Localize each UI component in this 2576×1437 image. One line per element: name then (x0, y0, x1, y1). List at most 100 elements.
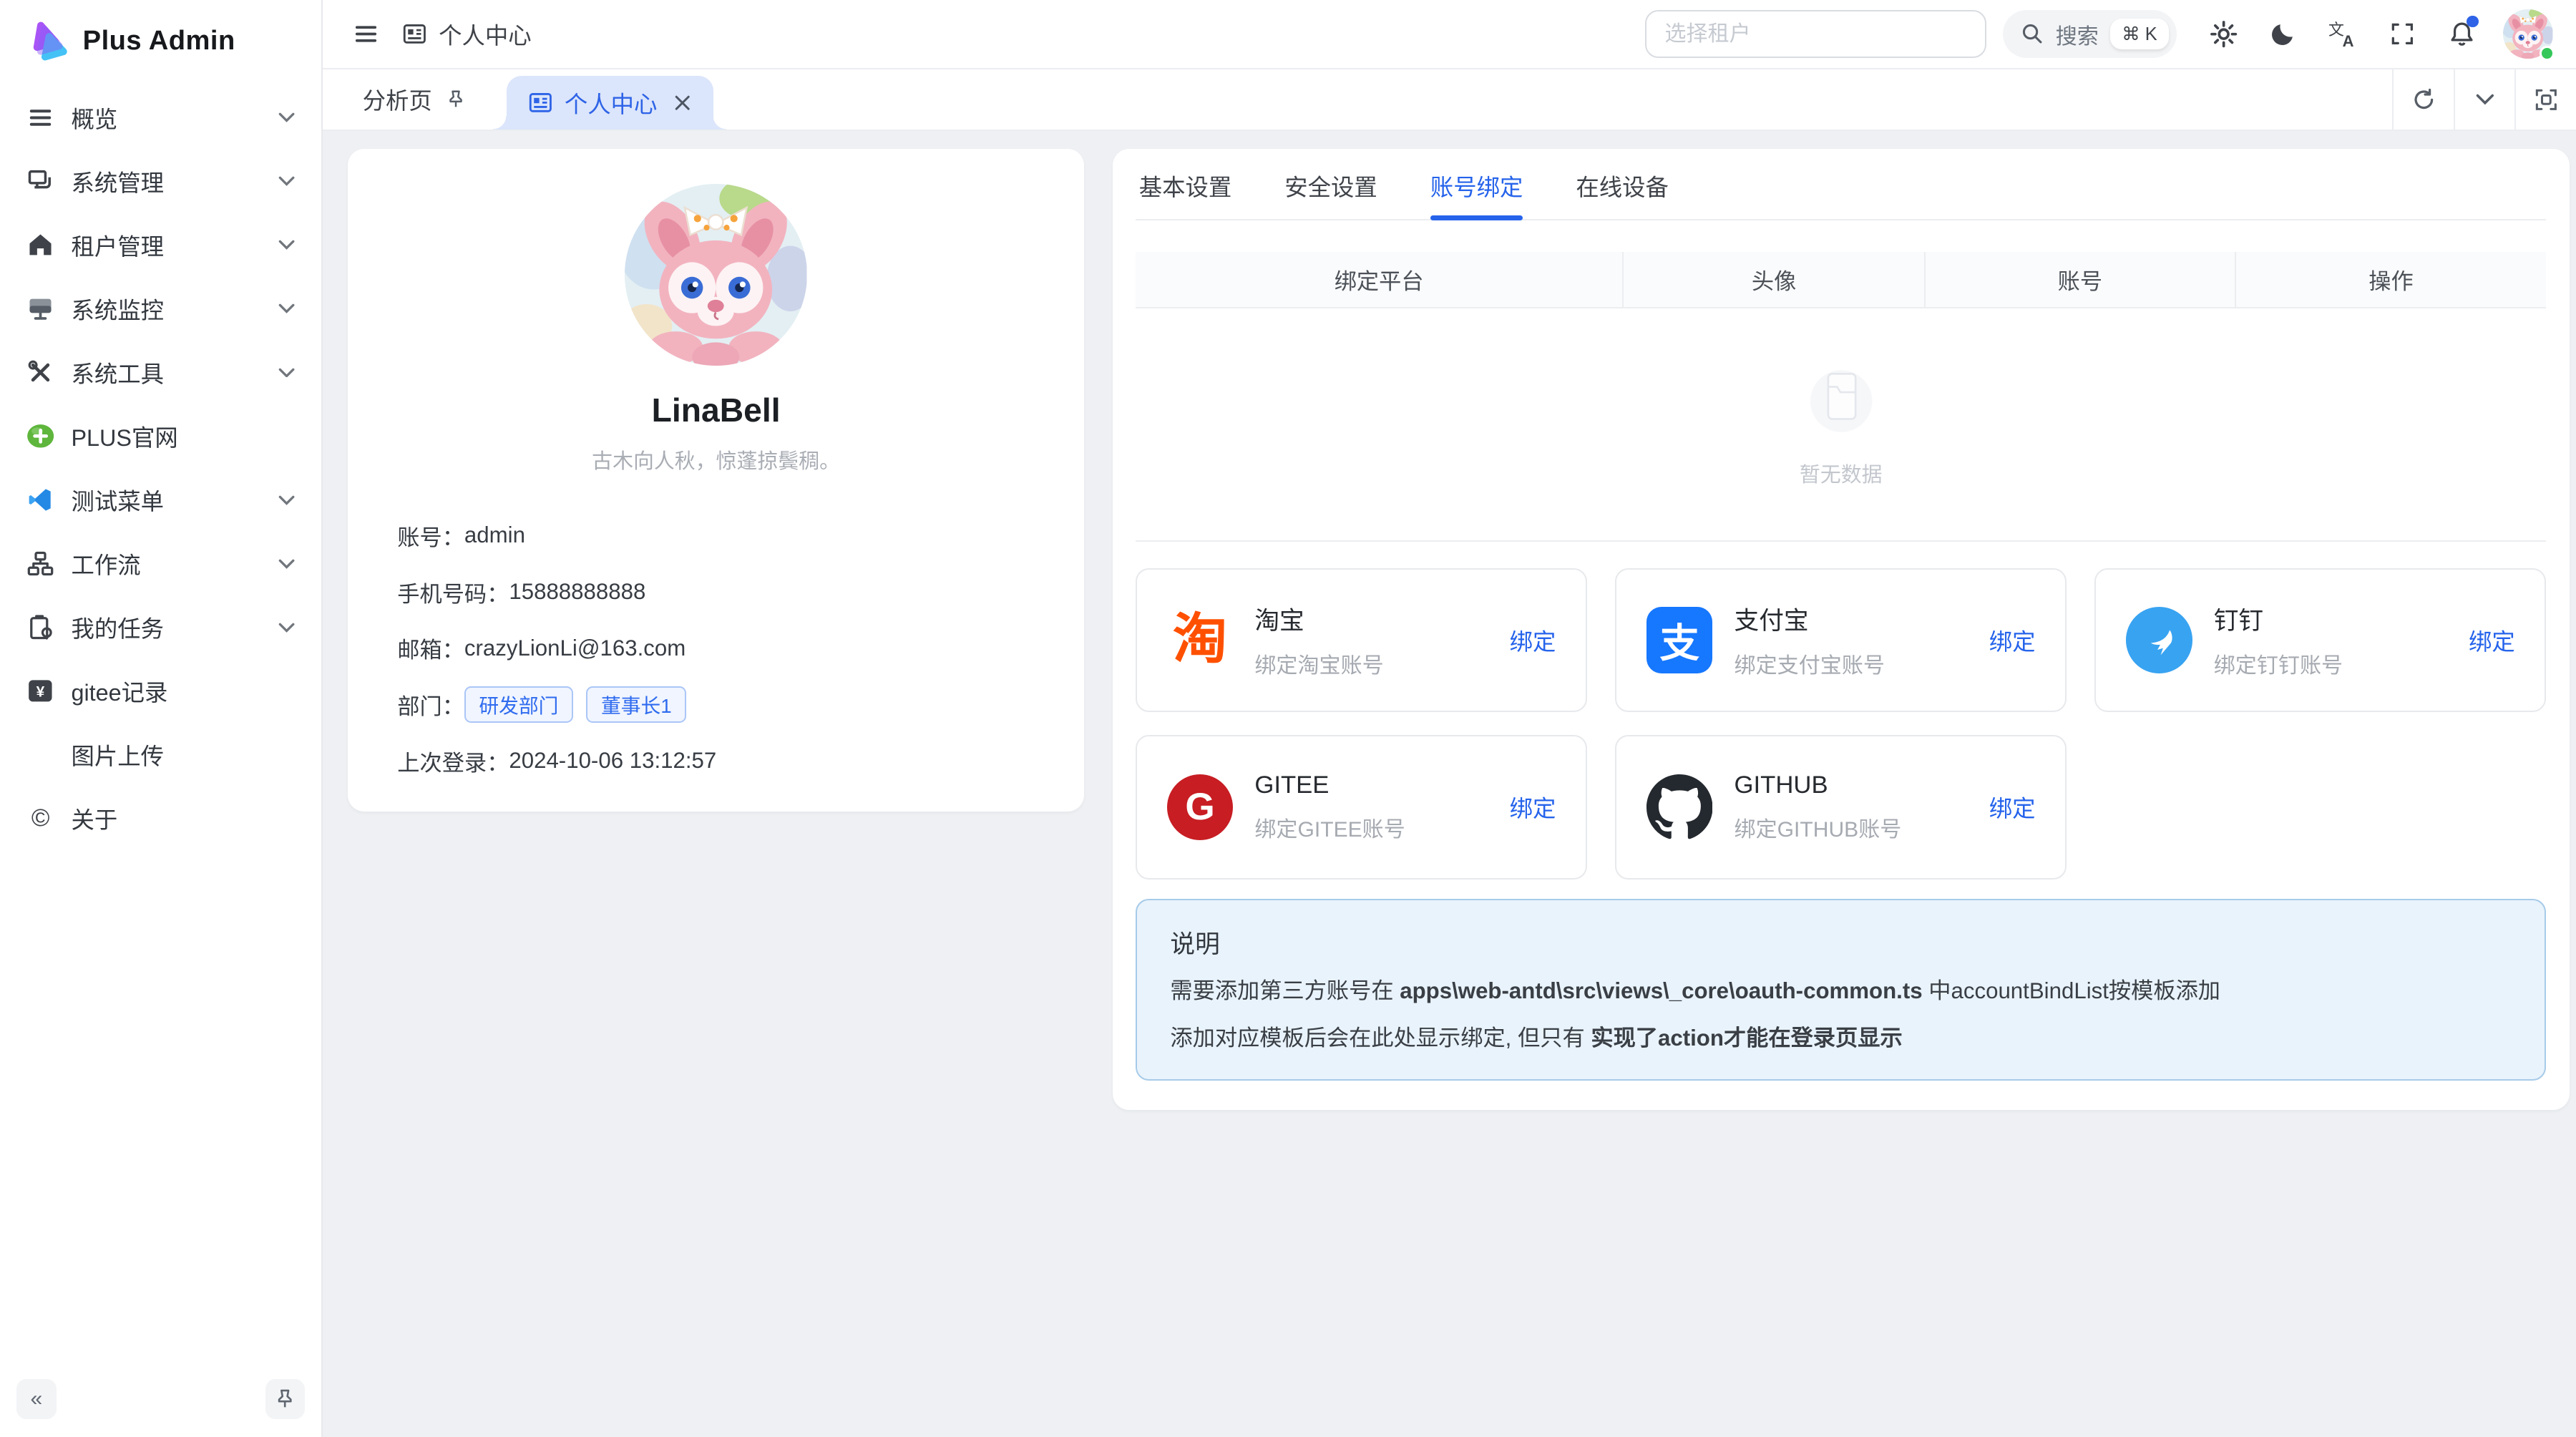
binding-table-header: 绑定平台 头像 账号 操作 (1136, 252, 2546, 308)
profile-field-last-login: 上次登录： 2024-10-06 13:12:57 (397, 733, 1035, 789)
user-avatar[interactable] (2503, 9, 2552, 59)
maximize-content-icon[interactable] (2514, 69, 2576, 130)
note-bold: 实现了action才能在登录页显示 (1591, 1026, 1902, 1051)
binding-cards: 淘 淘宝 绑定淘宝账号 绑定 支 支付宝 绑定支付宝账号 绑定 (1136, 568, 2546, 880)
tab-security-settings[interactable]: 安全设置 (1284, 149, 1377, 219)
note-path: apps\web-antd\src\views\_core\oauth-comm… (1400, 978, 1922, 1003)
language-translate-icon[interactable]: 文A (2319, 11, 2366, 57)
sidebar-item-system-monitor[interactable]: 系统监控 (14, 279, 308, 338)
search-label: 搜索 (2056, 19, 2099, 50)
close-icon[interactable] (673, 94, 691, 112)
bind-link[interactable]: 绑定 (1510, 790, 1556, 824)
binding-desc: 绑定钉钉账号 (2214, 648, 2343, 679)
github-icon (1646, 774, 1713, 841)
refresh-icon[interactable] (2392, 69, 2454, 130)
profile-card: LinaBell 古木向人秋，惊蓬掠鬓稠。 账号： admin 手机号码： 15… (348, 149, 1085, 811)
app-title: Plus Admin (83, 25, 235, 57)
binding-name: GITHUB (1735, 771, 1902, 799)
page-content: LinaBell 古木向人秋，惊蓬掠鬓稠。 账号： admin 手机号码： 15… (323, 131, 2576, 1437)
profile-card-icon (402, 21, 427, 47)
bind-link[interactable]: 绑定 (1989, 623, 2036, 657)
tenant-select-input[interactable] (1645, 10, 1986, 58)
sidebar-footer: « (0, 1366, 321, 1437)
sidebar-item-image-upload[interactable]: 图片上传 (14, 725, 308, 784)
tab-analysis[interactable]: 分析页 (323, 69, 487, 130)
online-status-dot (2540, 46, 2555, 61)
pin-icon[interactable] (445, 89, 467, 110)
binding-card-text: 支付宝 绑定支付宝账号 (1735, 600, 1885, 679)
bind-link[interactable]: 绑定 (2469, 623, 2515, 657)
sidebar-pin-button[interactable] (265, 1379, 306, 1419)
bind-link[interactable]: 绑定 (1510, 623, 1556, 657)
sidebar-item-test-menu[interactable]: 测试菜单 (14, 470, 308, 530)
dark-mode-moon-icon[interactable] (2260, 11, 2306, 57)
note-line-2: 添加对应模板后会在此处显示绑定, 但只有 实现了action才能在登录页显示 (1170, 1022, 2512, 1054)
tab-label: 分析页 (363, 82, 432, 116)
profile-motto: 古木向人秋，惊蓬掠鬓稠。 (592, 444, 840, 474)
gitee-icon: G (1167, 774, 1234, 841)
monitors-icon (26, 168, 54, 195)
sidebar-item-tenant-management[interactable]: 租户管理 (14, 215, 308, 275)
settings-gear-icon[interactable] (2200, 11, 2247, 57)
chevron-down-icon (278, 303, 295, 313)
binding-card-dingtalk: 钉钉 绑定钉钉账号 绑定 (2094, 568, 2546, 712)
sidebar-item-label: 租户管理 (71, 228, 164, 262)
tab-profile-center-active[interactable]: 个人中心 (507, 76, 713, 129)
tab-account-binding[interactable]: 账号绑定 (1430, 149, 1523, 219)
tasks-icon (26, 614, 54, 640)
field-value: 2024-10-06 13:12:57 (509, 748, 716, 774)
tab-basic-settings[interactable]: 基本设置 (1139, 149, 1232, 219)
sidebar-item-about[interactable]: © 关于 (14, 789, 308, 848)
vscode-icon (26, 487, 54, 513)
binding-card-gitee: G GITEE 绑定GITEE账号 绑定 (1136, 735, 1587, 879)
binding-name: 钉钉 (2214, 600, 2343, 636)
tab-online-devices[interactable]: 在线设备 (1576, 149, 1669, 219)
note-line-1: 需要添加第三方账号在 apps\web-antd\src\views\_core… (1170, 975, 2512, 1007)
sidebar-collapse-button[interactable]: « (16, 1379, 57, 1419)
hamburger-menu-icon[interactable] (343, 11, 389, 57)
sidebar-item-workflow[interactable]: 工作流 (14, 534, 308, 593)
chevron-down-icon (278, 559, 295, 569)
tools-icon (26, 359, 54, 386)
settings-tabs: 基本设置 安全设置 账号绑定 在线设备 (1136, 149, 2546, 220)
chevron-down-icon (278, 623, 295, 633)
note-text: 需要添加第三方账号在 (1170, 978, 1400, 1003)
chevron-down-icon[interactable] (2454, 69, 2515, 130)
field-value: 15888888888 (509, 579, 645, 605)
instructions-note: 说明 需要添加第三方账号在 apps\web-antd\src\views\_c… (1136, 899, 2546, 1080)
sidebar-item-label: gitee记录 (71, 674, 167, 708)
sidebar-item-my-tasks[interactable]: 我的任务 (14, 598, 308, 657)
column-header: 绑定平台 (1136, 252, 1624, 307)
sidebar-item-overview[interactable]: 概览 (14, 88, 308, 147)
field-label: 邮箱： (397, 632, 464, 664)
sidebar-item-system-tools[interactable]: 系统工具 (14, 343, 308, 402)
sidebar-item-label: 我的任务 (71, 610, 164, 644)
fullscreen-icon[interactable] (2379, 11, 2426, 57)
menu-lines-icon (26, 104, 54, 131)
sidebar: Plus Admin 概览 系统管理 租户管理 系统监控 (0, 0, 323, 1437)
notifications-bell-icon[interactable] (2439, 11, 2485, 57)
sidebar-item-label: 工作流 (71, 547, 140, 580)
sidebar-item-label: 系统工具 (71, 356, 164, 389)
notification-badge (2467, 16, 2478, 27)
note-title: 说明 (1170, 924, 2512, 960)
app-window: Plus Admin 概览 系统管理 租户管理 系统监控 (0, 0, 2576, 1437)
field-label: 部门： (397, 688, 464, 721)
profile-card-icon (528, 90, 553, 115)
empty-text: 暂无数据 (1800, 458, 1883, 488)
sidebar-item-plus-website[interactable]: PLUS官网 (14, 406, 308, 466)
sidebar-item-gitee-record[interactable]: ¥ gitee记录 (14, 661, 308, 721)
field-label: 账号： (397, 520, 464, 552)
global-search-button[interactable]: 搜索 ⌘ K (2003, 10, 2177, 58)
breadcrumb-label: 个人中心 (439, 17, 532, 51)
breadcrumb[interactable]: 个人中心 (402, 17, 531, 51)
svg-text:¥: ¥ (36, 684, 45, 701)
profile-field-department: 部门： 研发部门 董事长1 (397, 676, 1035, 733)
chevron-down-icon (278, 112, 295, 122)
workflow-icon (26, 550, 54, 577)
column-header: 操作 (2236, 252, 2547, 307)
binding-card-text: GITEE 绑定GITEE账号 (1254, 771, 1405, 842)
bind-link[interactable]: 绑定 (1989, 790, 2036, 824)
app-logo[interactable]: Plus Admin (0, 0, 321, 79)
sidebar-item-system-management[interactable]: 系统管理 (14, 152, 308, 211)
